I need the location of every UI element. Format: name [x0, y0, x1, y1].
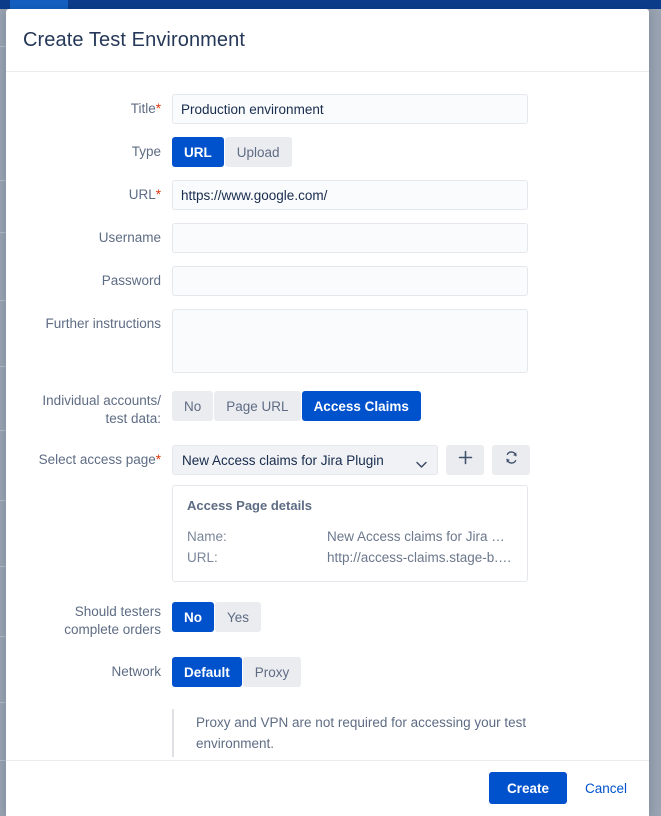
create-button[interactable]: Create	[488, 772, 567, 804]
complete-orders-option-yes[interactable]: Yes	[215, 602, 262, 632]
required-asterisk: *	[155, 101, 161, 116]
further-instructions-label: Further instructions	[45, 316, 161, 331]
field-row-password: Password	[6, 266, 649, 296]
username-input[interactable]	[172, 223, 528, 253]
url-input[interactable]: https://www.google.com/	[172, 180, 528, 210]
dialog-header: Create Test Environment	[6, 9, 649, 72]
add-access-page-button[interactable]	[446, 445, 484, 475]
details-url-key: URL:	[187, 550, 218, 565]
dialog-body: Title* Production environment Type URL U…	[6, 72, 649, 760]
network-option-proxy[interactable]: Proxy	[242, 657, 302, 687]
cancel-button[interactable]: Cancel	[585, 781, 627, 796]
dialog-title: Create Test Environment	[23, 28, 246, 51]
password-label: Password	[101, 273, 161, 288]
access-page-details-row: Name: New Access claims for Jira Plu...	[187, 526, 513, 547]
access-page-details-row: URL: http://access-claims.stage-b.s...	[187, 547, 513, 568]
access-page-select-value: New Access claims for Jira Plugin	[182, 452, 384, 468]
browser-top-bar	[0, 0, 661, 9]
chevron-down-icon	[416, 457, 427, 472]
url-label: URL*	[128, 187, 161, 202]
username-label: Username	[98, 230, 161, 245]
required-asterisk: *	[155, 452, 161, 467]
required-asterisk: *	[155, 187, 161, 202]
individual-accounts-option-access-claims[interactable]: Access Claims	[301, 391, 421, 421]
field-row-network-note: Proxy and VPN are not required for acces…	[6, 709, 649, 757]
plus-icon	[458, 450, 473, 470]
complete-orders-label: Should testers complete orders	[64, 604, 161, 637]
details-name-key: Name:	[187, 529, 227, 544]
individual-accounts-option-no[interactable]: No	[172, 391, 214, 421]
select-access-page-label: Select access page*	[38, 452, 161, 467]
type-option-url[interactable]: URL	[172, 137, 224, 167]
type-option-upload[interactable]: Upload	[224, 137, 292, 167]
type-label: Type	[131, 144, 161, 159]
title-label: Title*	[130, 101, 161, 116]
network-label: Network	[111, 664, 161, 679]
field-row-network: Network Default Proxy	[6, 657, 649, 687]
title-input[interactable]: Production environment	[172, 94, 528, 124]
network-toggle-group: Default Proxy	[172, 657, 649, 687]
field-row-title: Title* Production environment	[6, 94, 649, 124]
field-row-username: Username	[6, 223, 649, 253]
create-test-environment-dialog: Create Test Environment Title* Productio…	[6, 9, 649, 816]
details-url-value: http://access-claims.stage-b.s...	[327, 550, 513, 565]
further-instructions-textarea[interactable]	[172, 309, 528, 373]
access-page-select[interactable]: New Access claims for Jira Plugin	[172, 445, 438, 475]
field-row-further-instructions: Further instructions	[6, 309, 649, 373]
network-note-text: Proxy and VPN are not required for acces…	[172, 709, 528, 757]
field-row-complete-orders: Should testers complete orders No Yes	[6, 602, 649, 639]
browser-tab[interactable]	[10, 0, 68, 9]
complete-orders-toggle-group: No Yes	[172, 602, 649, 632]
network-option-default[interactable]: Default	[172, 657, 242, 687]
type-toggle-group: URL Upload	[172, 137, 649, 167]
complete-orders-option-no[interactable]: No	[172, 602, 214, 632]
individual-accounts-toggle-group: No Page URL Access Claims	[172, 391, 649, 421]
field-row-type: Type URL Upload	[6, 137, 649, 167]
refresh-access-pages-button[interactable]	[492, 445, 530, 475]
password-input[interactable]	[172, 266, 528, 296]
dialog-footer: Create Cancel	[6, 760, 649, 815]
field-row-url: URL* https://www.google.com/	[6, 180, 649, 210]
field-row-individual-accounts: Individual accounts/ test data: No Page …	[6, 391, 649, 428]
access-page-details-heading: Access Page details	[187, 498, 313, 513]
details-name-value: New Access claims for Jira Plu...	[327, 529, 513, 544]
field-row-access-page-details: Access Page details Name: New Access cla…	[6, 485, 649, 582]
field-row-select-access-page: Select access page* New Access claims fo…	[6, 445, 649, 475]
refresh-icon	[504, 450, 519, 470]
individual-accounts-label: Individual accounts/ test data:	[42, 393, 161, 426]
access-page-details-panel: Access Page details Name: New Access cla…	[172, 485, 528, 582]
individual-accounts-option-page-url[interactable]: Page URL	[214, 391, 301, 421]
